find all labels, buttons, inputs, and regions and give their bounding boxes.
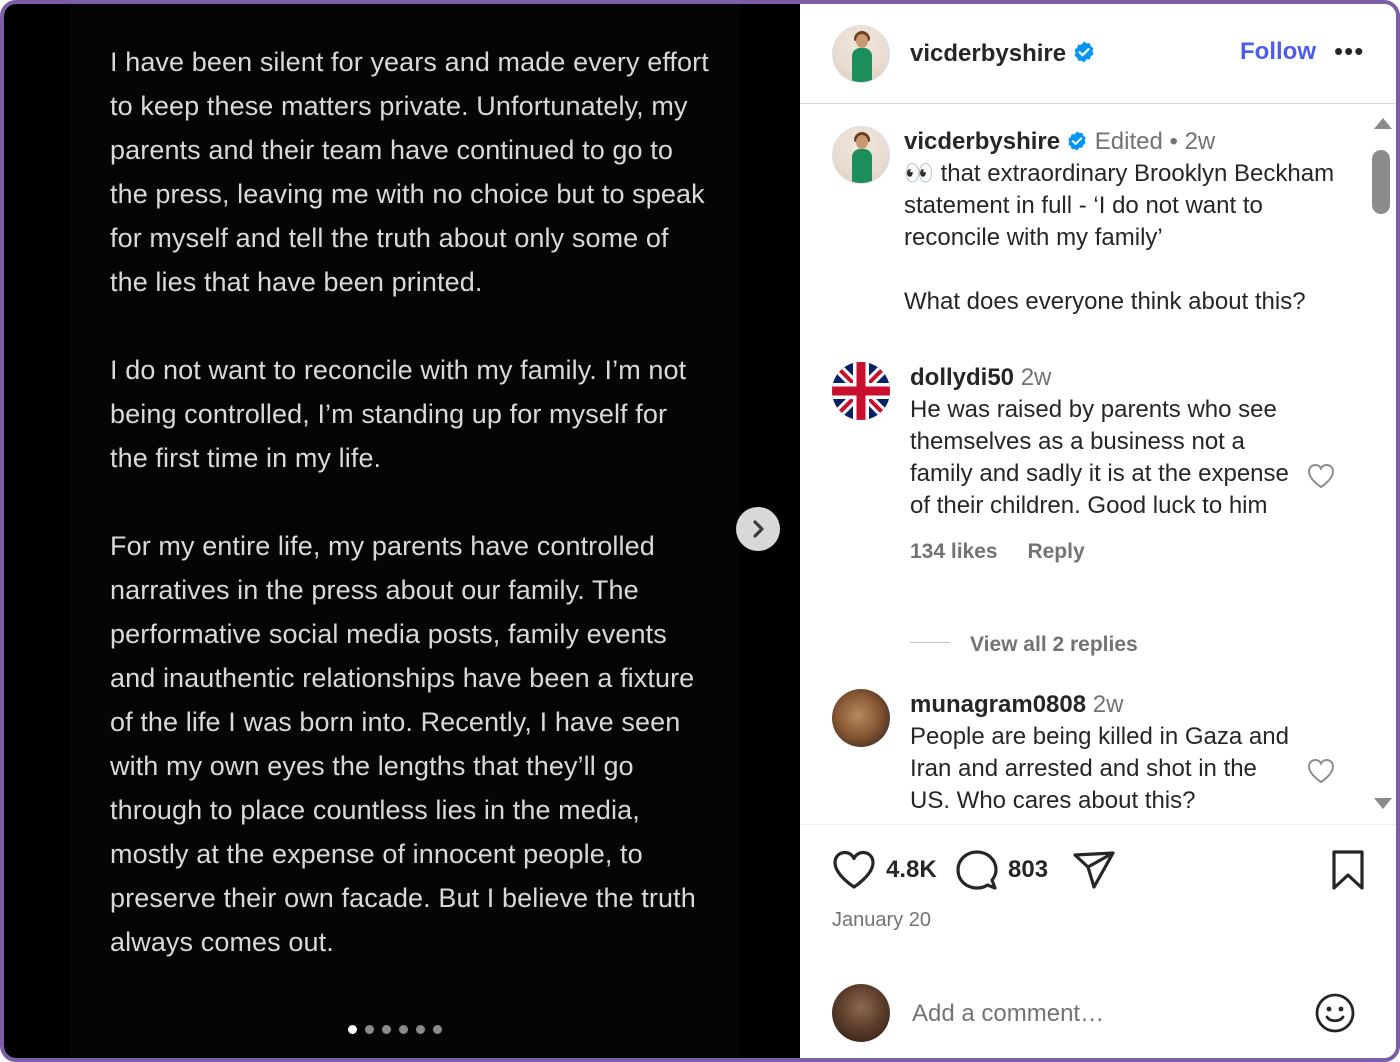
comment-body: munagram0808 2w People are being killed … xyxy=(910,689,1290,817)
carousel-dot[interactable] xyxy=(348,1025,357,1034)
chevron-right-icon xyxy=(753,520,764,538)
heart-icon[interactable] xyxy=(832,849,876,891)
post-date: January 20 xyxy=(832,909,931,931)
author-username-text[interactable]: vicderbyshire xyxy=(910,40,1066,67)
post-sidebar: vicderbyshire Follow ••• vicderbyshire E… xyxy=(800,4,1396,1058)
comment-time: 2w xyxy=(1092,691,1124,718)
comment-likes[interactable]: 134 likes xyxy=(910,540,998,563)
scroll-thumb[interactable] xyxy=(1372,150,1390,214)
comment-time: 2w xyxy=(1020,364,1052,391)
replies-divider xyxy=(910,642,950,643)
comment-action: 803 xyxy=(956,849,1048,891)
caption-username[interactable]: vicderbyshire xyxy=(904,128,1060,155)
caption-question: What does everyone think about this? xyxy=(904,288,1306,315)
comment-text: People are being killed in Gaza and Iran… xyxy=(910,723,1289,814)
comment-username[interactable]: munagram0808 xyxy=(910,691,1086,718)
scroll-down-arrow-icon[interactable] xyxy=(1374,798,1392,809)
next-slide-button[interactable] xyxy=(736,507,780,551)
statement-paragraph: I have been silent for years and made ev… xyxy=(110,47,709,297)
carousel-dot[interactable] xyxy=(416,1025,425,1034)
follow-button[interactable]: Follow xyxy=(1240,38,1316,66)
caption-text: that extraordinary Brooklyn Beckham stat… xyxy=(904,160,1335,251)
share-action xyxy=(1072,849,1116,891)
likes-count[interactable]: 4.8K xyxy=(886,856,937,884)
carousel-dots xyxy=(348,1025,442,1034)
verified-badge-icon xyxy=(1074,41,1094,62)
reply-button[interactable]: Reply xyxy=(1027,540,1084,563)
scroll-up-arrow-icon[interactable] xyxy=(1374,118,1392,129)
like-comment-heart-icon[interactable] xyxy=(1306,462,1336,490)
commenter-avatar[interactable] xyxy=(832,689,890,747)
comments-count[interactable]: 803 xyxy=(1008,856,1048,884)
statement-text: I have been silent for years and made ev… xyxy=(110,40,710,1008)
carousel-dot[interactable] xyxy=(365,1025,374,1034)
comments-list[interactable]: vicderbyshire Edited • 2w 👀 that extraor… xyxy=(800,104,1396,824)
meta-separator: • xyxy=(1169,128,1178,155)
like-action: 4.8K xyxy=(832,849,937,891)
more-options-icon[interactable]: ••• xyxy=(1334,36,1364,67)
emoji-icon[interactable] xyxy=(1314,992,1356,1034)
comment-actions: 134 likes Reply xyxy=(910,536,1290,568)
statement-paragraph: For my entire life, my parents have cont… xyxy=(110,531,696,957)
comment-input[interactable]: Add a comment… xyxy=(912,1000,1104,1028)
carousel-dot[interactable] xyxy=(399,1025,408,1034)
carousel-dot[interactable] xyxy=(382,1025,391,1034)
share-paper-plane-icon[interactable] xyxy=(1072,849,1116,891)
verified-badge-icon xyxy=(1068,131,1086,151)
post-window: I have been silent for years and made ev… xyxy=(0,0,1400,1062)
caption-time: 2w xyxy=(1184,128,1216,155)
author-avatar[interactable] xyxy=(832,24,890,83)
bookmark-icon[interactable] xyxy=(1330,849,1366,891)
comment-username[interactable]: dollydi50 xyxy=(910,364,1014,391)
comment-composer: Add a comment… xyxy=(800,964,1396,1058)
statement-paragraph: I do not want to reconcile with my famil… xyxy=(110,355,687,473)
comment-text: He was raised by parents who see themsel… xyxy=(910,396,1289,519)
comment-body: dollydi50 2w He was raised by parents wh… xyxy=(910,362,1290,568)
post-media: I have been silent for years and made ev… xyxy=(4,4,800,1058)
comments-scrollbar[interactable] xyxy=(1368,118,1396,814)
author-username[interactable]: vicderbyshire xyxy=(910,40,1096,68)
post-header: vicderbyshire Follow ••• xyxy=(800,4,1396,104)
like-comment-heart-icon[interactable] xyxy=(1306,757,1336,785)
eyes-emoji: 👀 xyxy=(904,160,934,187)
current-user-avatar xyxy=(832,984,890,1042)
edited-label: Edited xyxy=(1094,128,1163,155)
comment-bubble-icon[interactable] xyxy=(956,849,998,891)
save-action xyxy=(1330,849,1366,891)
caption-avatar[interactable] xyxy=(832,126,890,184)
commenter-avatar[interactable] xyxy=(832,362,890,420)
post-actions: 4.8K 803 January 20 xyxy=(800,824,1396,944)
carousel-dot[interactable] xyxy=(433,1025,442,1034)
caption-body: vicderbyshire Edited • 2w 👀 that extraor… xyxy=(904,126,1344,318)
union-flag-avatar xyxy=(832,362,890,420)
view-replies-button[interactable]: View all 2 replies xyxy=(970,633,1138,657)
